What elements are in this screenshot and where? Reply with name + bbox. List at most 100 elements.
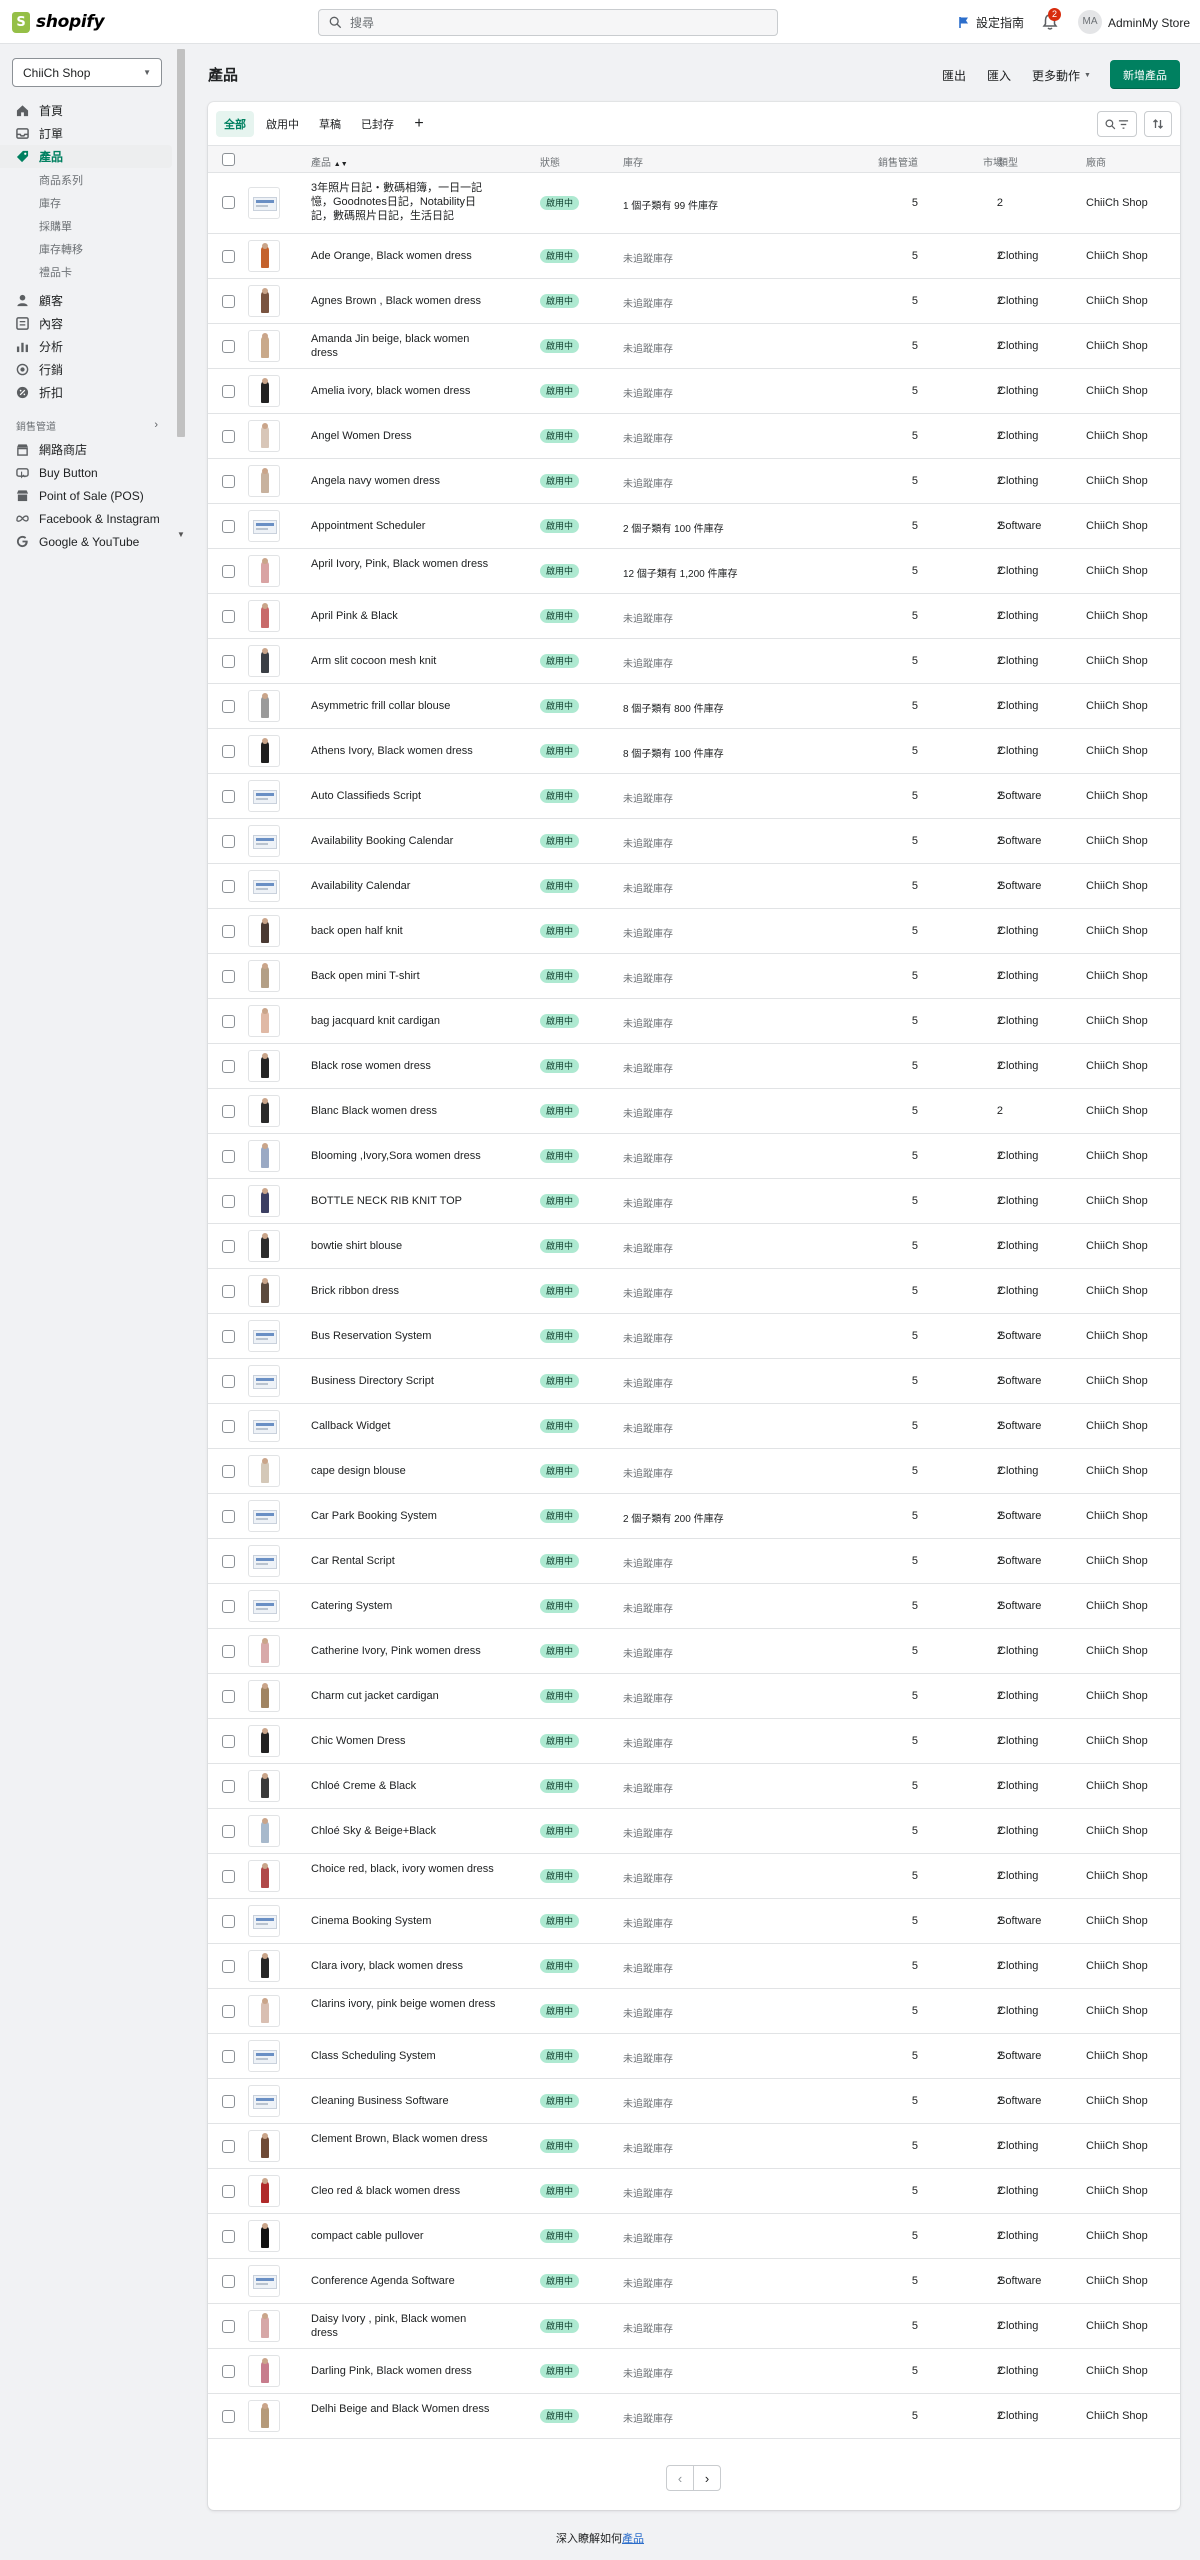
- product-thumbnail[interactable]: [248, 2265, 280, 2297]
- product-thumbnail[interactable]: [248, 2085, 280, 2117]
- table-row[interactable]: Clement Brown, Black women dress 啟用中 未追蹤庫存…: [208, 2124, 1180, 2169]
- table-row[interactable]: Chloé Creme & Black 啟用中 未追蹤庫存 5 2 Clothing Chi…: [208, 1764, 1180, 1809]
- table-row[interactable]: Charm cut jacket cardigan 啟用中 未追蹤庫存 5 2 Cloth…: [208, 1674, 1180, 1719]
- product-thumbnail[interactable]: [248, 187, 280, 219]
- product-thumbnail[interactable]: [248, 240, 280, 272]
- product-name-link[interactable]: Blanc Black women dress: [311, 1104, 496, 1118]
- product-name-link[interactable]: Daisy Ivory , pink, Black women dress: [311, 2312, 496, 2340]
- table-row[interactable]: Blooming ,Ivory,Sora women dress 啟用中 未追蹤庫存…: [208, 1134, 1180, 1179]
- table-row[interactable]: Cinema Booking System 啟用中 未追蹤庫存 5 2 Software C…: [208, 1899, 1180, 1944]
- product-thumbnail[interactable]: [248, 780, 280, 812]
- product-thumbnail[interactable]: [248, 1680, 280, 1712]
- table-row[interactable]: April Pink & Black 啟用中 未追蹤庫存 5 2 Clothing Chii…: [208, 594, 1180, 639]
- table-row[interactable]: Arm slit cocoon mesh knit 啟用中 未追蹤庫存 5 2 Cloth…: [208, 639, 1180, 684]
- table-row[interactable]: Class Scheduling System 啟用中 未追蹤庫存 5 2 Softwar…: [208, 2034, 1180, 2079]
- product-name-link[interactable]: Appointment Scheduler: [311, 519, 496, 533]
- sidebar-item-home[interactable]: 首頁: [0, 99, 172, 122]
- row-checkbox[interactable]: [222, 1015, 235, 1028]
- table-row[interactable]: Brick ribbon dress 啟用中 未追蹤庫存 5 2 Clothing Chii…: [208, 1269, 1180, 1314]
- tab-archived[interactable]: 已封存: [353, 111, 402, 137]
- product-thumbnail[interactable]: [248, 1095, 280, 1127]
- product-thumbnail[interactable]: [248, 1050, 280, 1082]
- row-checkbox[interactable]: [222, 475, 235, 488]
- table-row[interactable]: bag jacquard knit cardigan 啟用中 未追蹤庫存 5 2 Clot…: [208, 999, 1180, 1044]
- row-checkbox[interactable]: [222, 2365, 235, 2378]
- product-thumbnail[interactable]: [248, 1815, 280, 1847]
- product-name-link[interactable]: Ade Orange, Black women dress: [311, 249, 496, 263]
- row-checkbox[interactable]: [222, 1870, 235, 1883]
- row-checkbox[interactable]: [222, 2320, 235, 2333]
- row-checkbox[interactable]: [222, 2275, 235, 2288]
- table-row[interactable]: Availability Calendar 啟用中 未追蹤庫存 5 2 Software C…: [208, 864, 1180, 909]
- product-name-link[interactable]: Darling Pink, Black women dress: [311, 2364, 496, 2378]
- export-button[interactable]: 匯出: [942, 67, 966, 84]
- row-checkbox[interactable]: [222, 1330, 235, 1343]
- product-name-link[interactable]: Charm cut jacket cardigan: [311, 1689, 496, 1703]
- product-name-link[interactable]: Chloé Sky & Beige+Black: [311, 1824, 496, 1838]
- product-thumbnail[interactable]: [248, 2175, 280, 2207]
- row-checkbox[interactable]: [222, 520, 235, 533]
- product-name-link[interactable]: Cleaning Business Software: [311, 2094, 496, 2108]
- sidebar-channel-facebook-instagram[interactable]: Facebook & Instagram: [0, 507, 172, 530]
- account-store-name[interactable]: AdminMy Store: [1108, 16, 1190, 30]
- product-thumbnail[interactable]: [248, 1995, 280, 2027]
- table-row[interactable]: Choice red, black, ivory women dress 啟用中 未…: [208, 1854, 1180, 1899]
- row-checkbox[interactable]: [222, 340, 235, 353]
- product-name-link[interactable]: Cinema Booking System: [311, 1914, 496, 1928]
- product-name-link[interactable]: cape design blouse: [311, 1464, 496, 1478]
- row-checkbox[interactable]: [222, 1105, 235, 1118]
- table-row[interactable]: Chloé Sky & Beige+Black 啟用中 未追蹤庫存 5 2 Clothin…: [208, 1809, 1180, 1854]
- product-thumbnail[interactable]: [248, 555, 280, 587]
- product-thumbnail[interactable]: [248, 1230, 280, 1262]
- table-row[interactable]: Amelia ivory, black women dress 啟用中 未追蹤庫存 5…: [208, 369, 1180, 414]
- product-name-link[interactable]: bowtie shirt blouse: [311, 1239, 496, 1253]
- product-name-link[interactable]: Car Park Booking System: [311, 1509, 496, 1523]
- product-thumbnail[interactable]: [248, 690, 280, 722]
- sidebar-subitem-inventory[interactable]: 庫存: [0, 191, 172, 214]
- product-thumbnail[interactable]: [248, 2130, 280, 2162]
- product-thumbnail[interactable]: [248, 960, 280, 992]
- row-checkbox[interactable]: [222, 610, 235, 623]
- sidebar-scroll-thumb[interactable]: [177, 49, 185, 437]
- row-checkbox[interactable]: [222, 1690, 235, 1703]
- row-checkbox[interactable]: [222, 1735, 235, 1748]
- table-row[interactable]: Catering System 啟用中 未追蹤庫存 5 2 Software ChiiCh …: [208, 1584, 1180, 1629]
- table-row[interactable]: Business Directory Script 啟用中 未追蹤庫存 5 2 Softw…: [208, 1359, 1180, 1404]
- table-row[interactable]: back open half knit 啟用中 未追蹤庫存 5 2 Clothing Chi…: [208, 909, 1180, 954]
- table-row[interactable]: Athens Ivory, Black women dress 啟用中 8 個子類有…: [208, 729, 1180, 774]
- row-checkbox[interactable]: [222, 1555, 235, 1568]
- product-name-link[interactable]: Amanda Jin beige, black women dress: [311, 332, 496, 360]
- row-checkbox[interactable]: [222, 1465, 235, 1478]
- table-row[interactable]: Daisy Ivory , pink, Black women dress 啟用中…: [208, 2304, 1180, 2349]
- product-name-link[interactable]: Athens Ivory, Black women dress: [311, 744, 496, 758]
- row-checkbox[interactable]: [222, 1375, 235, 1388]
- row-checkbox[interactable]: [222, 745, 235, 758]
- previous-page-button[interactable]: ‹: [666, 2465, 694, 2491]
- product-thumbnail[interactable]: [248, 1950, 280, 1982]
- table-row[interactable]: bowtie shirt blouse 啟用中 未追蹤庫存 5 2 Clothing Chi…: [208, 1224, 1180, 1269]
- row-checkbox[interactable]: [222, 835, 235, 848]
- row-checkbox[interactable]: [222, 1510, 235, 1523]
- row-checkbox[interactable]: [222, 2410, 235, 2423]
- product-name-link[interactable]: Agnes Brown , Black women dress: [311, 294, 496, 308]
- product-name-link[interactable]: Choice red, black, ivory women dress: [311, 1862, 496, 1876]
- product-thumbnail[interactable]: [248, 825, 280, 857]
- product-thumbnail[interactable]: [248, 2400, 280, 2432]
- tab-active[interactable]: 啟用中: [258, 111, 307, 137]
- product-name-link[interactable]: Chloé Creme & Black: [311, 1779, 496, 1793]
- row-checkbox[interactable]: [222, 2005, 235, 2018]
- table-row[interactable]: cape design blouse 啟用中 未追蹤庫存 5 2 Clothing Chii…: [208, 1449, 1180, 1494]
- sidebar-channel-pos[interactable]: Point of Sale (POS): [0, 484, 172, 507]
- table-row[interactable]: Catherine Ivory, Pink women dress 啟用中 未追蹤庫…: [208, 1629, 1180, 1674]
- product-thumbnail[interactable]: [248, 1905, 280, 1937]
- table-row[interactable]: Auto Classifieds Script 啟用中 未追蹤庫存 5 2 Softwar…: [208, 774, 1180, 819]
- product-thumbnail[interactable]: [248, 1365, 280, 1397]
- table-row[interactable]: Car Rental Script 啟用中 未追蹤庫存 5 2 Software ChiiC…: [208, 1539, 1180, 1584]
- product-name-link[interactable]: Class Scheduling System: [311, 2049, 496, 2063]
- product-thumbnail[interactable]: [248, 1860, 280, 1892]
- table-row[interactable]: Clara ivory, black women dress 啟用中 未追蹤庫存 5 2…: [208, 1944, 1180, 1989]
- product-name-link[interactable]: Chic Women Dress: [311, 1734, 496, 1748]
- row-checkbox[interactable]: [222, 1780, 235, 1793]
- product-name-link[interactable]: Availability Booking Calendar: [311, 834, 496, 848]
- product-thumbnail[interactable]: [248, 2040, 280, 2072]
